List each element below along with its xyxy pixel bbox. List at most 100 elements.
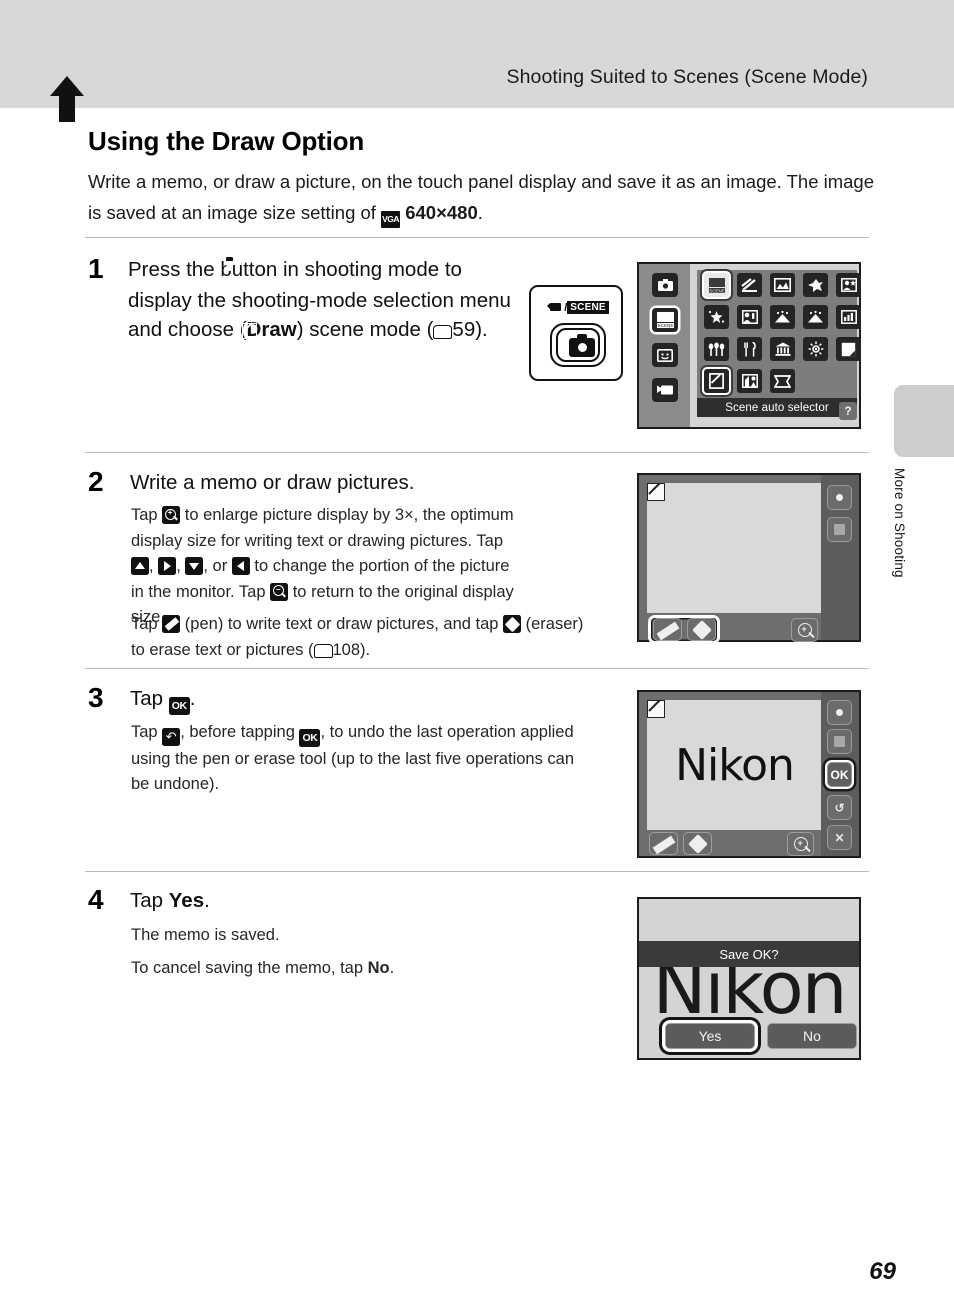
sidebar-item-movie-mode[interactable]	[652, 378, 678, 402]
scene-item-scene-auto-selector[interactable]: SCENE	[704, 273, 729, 297]
step-1-page-ref: 59	[452, 318, 476, 341]
step-1-number: 1	[88, 253, 104, 284]
step-4-number: 4	[88, 884, 104, 915]
mode-button-label: / SCENE	[531, 301, 625, 314]
s2p2-d: 108	[332, 640, 361, 659]
pen-tool-button-2[interactable]	[649, 832, 678, 855]
shooting-mode-button-icon	[569, 334, 595, 357]
ok-button[interactable]: OK	[827, 762, 852, 787]
pen-tool-button[interactable]	[653, 618, 682, 641]
eraser-icon	[503, 615, 522, 633]
sidebar-item-auto-mode[interactable]	[652, 273, 678, 297]
movie-icon	[547, 301, 564, 312]
confirm-prompt: Save OK?	[639, 941, 859, 967]
scene-item-draw[interactable]	[704, 369, 729, 393]
cancel-button[interactable]: ✕	[827, 825, 852, 850]
scene-item-party-indoor[interactable]	[704, 305, 729, 329]
handwritten-memo: Nikon	[675, 739, 795, 791]
scene-item-close-up[interactable]	[704, 337, 729, 361]
ok-icon-2: OK	[299, 728, 321, 747]
svg-text:SCENE: SCENE	[709, 288, 724, 293]
page-header-band	[0, 0, 954, 108]
s4p2-no: No	[367, 959, 390, 977]
s3p-b: , before tapping	[180, 723, 295, 741]
scene-item-snow[interactable]	[770, 305, 795, 329]
section-divider-4	[85, 871, 869, 872]
section-divider-3	[85, 668, 869, 669]
step-2-number: 2	[88, 466, 104, 497]
scene-item-dusk-dawn[interactable]	[836, 305, 861, 329]
yes-button[interactable]: Yes	[665, 1023, 755, 1049]
scene-item-night-portrait[interactable]	[836, 273, 861, 297]
scene-item-sports[interactable]	[803, 273, 828, 297]
step-1-text-a: Press the	[128, 258, 215, 281]
stop-square-button-2[interactable]	[827, 729, 852, 754]
stop-square-button[interactable]	[827, 517, 852, 542]
pen-icon	[162, 615, 181, 633]
section-divider-2	[85, 452, 869, 453]
step-3-heading: Tap OK.	[130, 684, 510, 715]
arrow-left-icon	[231, 557, 250, 575]
ok-icon: OK	[168, 696, 190, 715]
page-header-title: Shooting Suited to Scenes (Scene Mode)	[506, 66, 868, 88]
scene-item-panorama[interactable]	[770, 369, 795, 393]
draw-screen-empty-screenshot: +	[637, 473, 861, 644]
camera-button-illustration: / SCENE	[529, 285, 623, 381]
svg-text:SCENE: SCENE	[657, 323, 673, 328]
press-arrow-indicator	[50, 76, 84, 122]
draw-screen-nikon-screenshot: Nikon OK ↺ ✕ +	[637, 690, 861, 858]
no-button[interactable]: No	[767, 1023, 857, 1049]
save-confirm-screenshot: Nikon Save OK? Yes No	[637, 897, 861, 1060]
arrow-right-icon	[158, 557, 177, 575]
book-reference-icon	[433, 324, 453, 339]
s2p1-comma1: ,	[176, 557, 181, 575]
zoom-out-icon: −	[270, 582, 289, 601]
zoom-in-button-2[interactable]: +	[787, 832, 814, 856]
step-3-number: 3	[88, 682, 104, 713]
eraser-tool-button-2[interactable]	[683, 832, 712, 855]
scene-item-food[interactable]	[737, 337, 762, 361]
draw-canvas[interactable]	[647, 483, 822, 613]
scene-item-copy[interactable]	[836, 337, 861, 361]
scene-item-backlight[interactable]	[737, 369, 762, 393]
eraser-tool-button[interactable]	[687, 618, 716, 641]
step-4-paragraph-1: The memo is saved.	[131, 926, 280, 944]
zoom-in-button[interactable]: +	[791, 618, 818, 642]
scene-item-museum[interactable]	[770, 337, 795, 361]
sidebar-item-smart-portrait[interactable]	[652, 343, 678, 367]
draw-mode-badge-icon	[647, 483, 665, 501]
draw-canvas-with-text[interactable]: Nikon	[647, 700, 822, 830]
s4h-a: Tap	[130, 889, 164, 912]
arrow-down-icon	[185, 557, 204, 575]
scene-item-fireworks[interactable]	[803, 337, 828, 361]
undo-icon: ↶	[162, 728, 181, 746]
intro-line-1: Write a memo, or draw a picture, on the …	[88, 171, 722, 192]
record-dot-button[interactable]	[827, 485, 852, 510]
scene-item-beach[interactable]	[737, 305, 762, 329]
scene-item-landscape[interactable]	[770, 273, 795, 297]
step-4-heading: Tap Yes.	[130, 886, 510, 915]
chapter-tab-box	[894, 385, 954, 457]
s3h-a: Tap	[130, 687, 164, 710]
step-2-heading: Write a memo or draw pictures.	[130, 471, 415, 494]
step-3-paragraph: Tap ↶, before tapping OK, to undo the la…	[131, 720, 591, 798]
zoom-in-icon: +	[162, 506, 181, 524]
intro-image-size: 640×480	[405, 202, 478, 223]
manual-page: Shooting Suited to Scenes (Scene Mode) M…	[0, 0, 954, 1314]
s2p2-b: (pen) to write text or draw pictures, an…	[184, 615, 499, 633]
scene-item-portrait[interactable]	[737, 273, 762, 297]
s4p2-a: To cancel saving the memo, tap	[131, 959, 364, 977]
scene-item-sunset[interactable]	[803, 305, 828, 329]
step-1-text-d: ) scene mode (	[296, 318, 434, 341]
mode-dial-ring	[550, 323, 606, 367]
chapter-tab-label: More on Shooting	[892, 468, 907, 578]
s3p-a: Tap	[131, 723, 158, 741]
vga-icon: VGA	[381, 211, 401, 228]
undo-button[interactable]: ↺	[827, 795, 852, 820]
sidebar-item-scene-mode[interactable]: SCENE	[652, 308, 678, 332]
help-icon[interactable]: ?	[839, 402, 857, 420]
s4h-yes: Yes	[168, 889, 205, 912]
s4h-b: .	[204, 889, 210, 912]
step-1-text-e: ).	[475, 318, 488, 341]
record-dot-button-2[interactable]	[827, 700, 852, 725]
